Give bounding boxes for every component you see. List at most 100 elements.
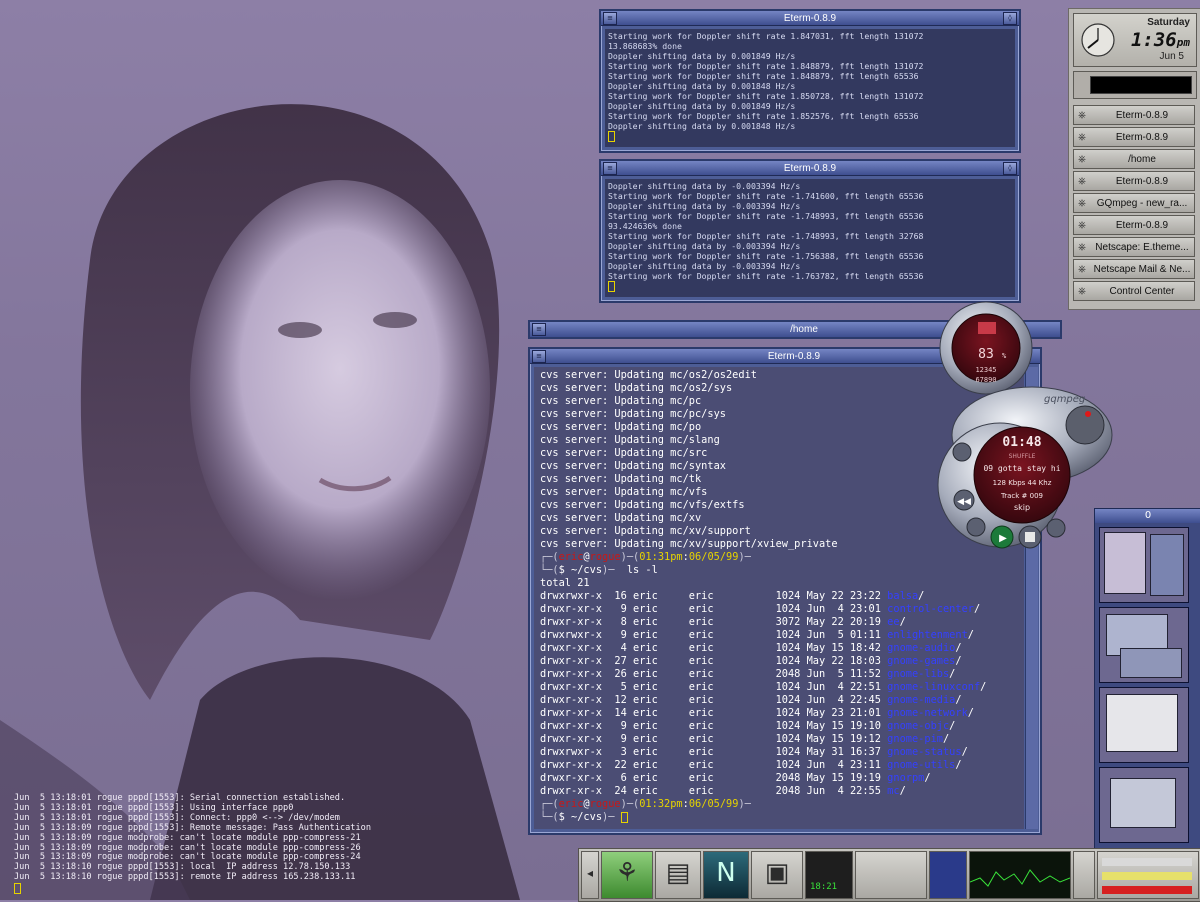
listing-slash: / bbox=[949, 668, 956, 680]
prompt-line: └─($ ~/cvs)─ ls -l bbox=[540, 564, 1018, 577]
terminal-line: Starting work for Doppler shift rate -1.… bbox=[608, 271, 924, 281]
tasklist-item-label: Eterm-0.8.9 bbox=[1115, 176, 1169, 187]
desktop-thumbnail-3[interactable] bbox=[1099, 687, 1189, 763]
window-resize-button[interactable]: ◊ bbox=[1003, 11, 1017, 25]
window-menu-button[interactable]: ≡ bbox=[532, 349, 546, 363]
tasklist-item[interactable]: ⎈ /home bbox=[1073, 149, 1195, 169]
tasklist-item[interactable]: ⎈ Eterm-0.8.9 bbox=[1073, 171, 1195, 191]
window-menu-button[interactable]: ≡ bbox=[603, 161, 617, 175]
prompt-time: 01:32pm bbox=[639, 798, 683, 810]
terminal-output[interactable]: Starting work for Doppler shift rate 1.8… bbox=[605, 29, 1015, 147]
listing-dir-name: enlightenment bbox=[887, 629, 968, 641]
gnome-foot-icon[interactable]: ⚘ bbox=[601, 851, 653, 899]
listing-dir-name: gnome-status bbox=[887, 746, 962, 758]
tasklist-item-label: Control Center bbox=[1109, 286, 1175, 297]
listing-dir-name: gnorpm bbox=[887, 772, 925, 784]
listing-slash: / bbox=[955, 759, 962, 771]
tasklist-item[interactable]: ⎈ Eterm-0.8.9 bbox=[1073, 215, 1195, 235]
prompt-frame: )─( bbox=[620, 798, 640, 810]
desktop-thumbnail-2[interactable] bbox=[1099, 607, 1189, 683]
volume-slider[interactable] bbox=[1073, 851, 1095, 899]
terminal-line: 13.868683% done bbox=[608, 41, 682, 51]
listing-dir-name: gnome-linuxconf bbox=[887, 681, 981, 693]
listing-dir-name: mc bbox=[887, 785, 900, 797]
tasklist-item-label: /home bbox=[1128, 154, 1156, 165]
window-titlebar[interactable]: ≡ Eterm-0.8.9 ◊ bbox=[601, 161, 1019, 176]
bitrate-readout: 128 Kbps 44 Khz bbox=[993, 479, 1052, 487]
tasklist-item[interactable]: ⎈ Netscape Mail & Ne... bbox=[1073, 259, 1195, 279]
syslog-line: Jun 5 13:18:10 rogue pppd[1553]: remote … bbox=[14, 872, 356, 883]
dock-clock-applet[interactable]: 18:21 bbox=[805, 851, 853, 899]
listing-dir-name: balsa bbox=[887, 590, 919, 602]
tasklist-item-label: GQmpeg - new_ra... bbox=[1096, 198, 1188, 209]
listing-slash: / bbox=[899, 616, 906, 628]
activity-graph-icon bbox=[969, 869, 1071, 887]
eterm-window-middle[interactable]: ≡ Eterm-0.8.9 ◊ Doppler shifting data by… bbox=[599, 159, 1021, 303]
prompt-symbol: $ bbox=[558, 811, 572, 823]
prompt-line: ┌─(eric@rogue)─(01:32pm:06/05/99)─ bbox=[540, 798, 1018, 811]
dock-scroll-left-button[interactable]: ◂ bbox=[581, 851, 599, 899]
clock-applet[interactable]: Saturday 1:36pm Jun 5 bbox=[1073, 13, 1197, 67]
terminal-icon[interactable]: ▣ bbox=[751, 851, 803, 899]
gnome-panel: Saturday 1:36pm Jun 5 ⎈ Eterm-0.8.9 ⎈ Eterm… bbox=[1068, 8, 1200, 310]
prompt-date: 06/05/99 bbox=[688, 551, 739, 563]
applet-screen bbox=[1090, 76, 1192, 94]
terminal-line: Doppler shifting data by -0.003394 Hz/s bbox=[608, 241, 801, 251]
desktop-pager[interactable]: 0 bbox=[1094, 508, 1200, 850]
terminal-line: Starting work for Doppler shift rate -1.… bbox=[608, 231, 924, 241]
listing-meta: drwxr-xr-x 8 eric eric 3072 May 22 20:19 bbox=[540, 616, 888, 628]
volume-bars-icon bbox=[978, 322, 996, 334]
tasklist-item-label: Eterm-0.8.9 bbox=[1115, 132, 1169, 143]
window-title: Eterm-0.8.9 bbox=[783, 12, 837, 24]
task-window-icon: ⎈ bbox=[1078, 154, 1086, 165]
desktop-thumbnail-4[interactable] bbox=[1099, 767, 1189, 843]
tasklist-item[interactable]: ⎈ Eterm-0.8.9 bbox=[1073, 105, 1195, 125]
terminal-line: Doppler shifting data by 0.001849 Hz/s bbox=[608, 101, 796, 111]
file-manager-icon[interactable]: ▤ bbox=[655, 851, 701, 899]
listing-meta: drwxr-xr-x 5 eric eric 1024 Jun 4 22:51 bbox=[540, 681, 888, 693]
battery-meters bbox=[1097, 851, 1199, 899]
terminal-line: 93.424636% done bbox=[608, 221, 682, 231]
prompt-frame: )─ bbox=[738, 798, 751, 810]
prompt-dir: ~/cvs bbox=[571, 564, 603, 576]
eterm-window-top[interactable]: ≡ Eterm-0.8.9 ◊ Starting work for Dopple… bbox=[599, 9, 1021, 153]
gqmpeg-player[interactable]: 83 % 12345 67890 gqmpeg 01:48 SHUFFLE 09… bbox=[922, 300, 1117, 560]
cpu-meters bbox=[855, 851, 927, 899]
text-cursor bbox=[608, 281, 615, 292]
listing-row: drwxr-xr-x 14 eric eric 1024 May 23 21:0… bbox=[540, 707, 1018, 720]
prompt-frame: └─( bbox=[540, 811, 559, 823]
tasklist-item-label: Eterm-0.8.9 bbox=[1115, 220, 1169, 231]
listing-slash: / bbox=[949, 720, 956, 732]
terminal-line: Doppler shifting data by -0.003394 Hz/s bbox=[608, 201, 801, 211]
prompt-user: eric bbox=[558, 551, 584, 563]
desktop-thumbnail-1[interactable] bbox=[1099, 527, 1189, 603]
song-title: 09 gotta stay hi bbox=[983, 464, 1060, 473]
window-resize-button[interactable]: ◊ bbox=[1003, 161, 1017, 175]
prompt-date: 06/05/99 bbox=[688, 798, 739, 810]
analog-clock-icon bbox=[1081, 23, 1115, 57]
listing-row: drwxr-xr-x 5 eric eric 1024 Jun 4 22:51 … bbox=[540, 681, 1018, 694]
listing-row: drwxr-xr-x 9 eric eric 1024 May 15 19:10… bbox=[540, 720, 1018, 733]
window-menu-button[interactable]: ≡ bbox=[532, 323, 546, 336]
tasklist-item[interactable]: ⎈ Eterm-0.8.9 bbox=[1073, 127, 1195, 147]
prompt-line: └─($ ~/cvs)─ bbox=[540, 811, 1018, 824]
task-window-icon: ⎈ bbox=[1078, 286, 1086, 297]
text-cursor bbox=[14, 883, 21, 895]
listing-row: drwxr-xr-x 12 eric eric 1024 Jun 4 22:45… bbox=[540, 694, 1018, 707]
prompt-frame: ┌─( bbox=[540, 551, 559, 563]
applet-slot[interactable] bbox=[1073, 71, 1197, 99]
forward-button bbox=[1046, 518, 1066, 538]
shuffle-mode: SHUFFLE bbox=[1009, 453, 1036, 460]
tasklist-item[interactable]: ⎈ GQmpeg - new_ra... bbox=[1073, 193, 1195, 213]
task-window-icon: ⎈ bbox=[1078, 242, 1086, 253]
terminal-output[interactable]: Doppler shifting data by -0.003394 Hz/s S… bbox=[605, 179, 1015, 297]
tasklist-item[interactable]: ⎈ Netscape: E.theme... bbox=[1073, 237, 1195, 257]
tasklist-item[interactable]: ⎈ Control Center bbox=[1073, 281, 1195, 301]
window-titlebar[interactable]: ≡ Eterm-0.8.9 ◊ bbox=[601, 11, 1019, 26]
window-menu-button[interactable]: ≡ bbox=[603, 11, 617, 25]
listing-row: drwxr-xr-x 22 eric eric 1024 Jun 4 23:11… bbox=[540, 759, 1018, 772]
netscape-icon[interactable]: N bbox=[703, 851, 749, 899]
prompt-frame: )─ bbox=[602, 564, 621, 576]
listing-dir-name: control-center bbox=[887, 603, 974, 615]
tasklist-item-label: Netscape: E.theme... bbox=[1095, 242, 1189, 253]
